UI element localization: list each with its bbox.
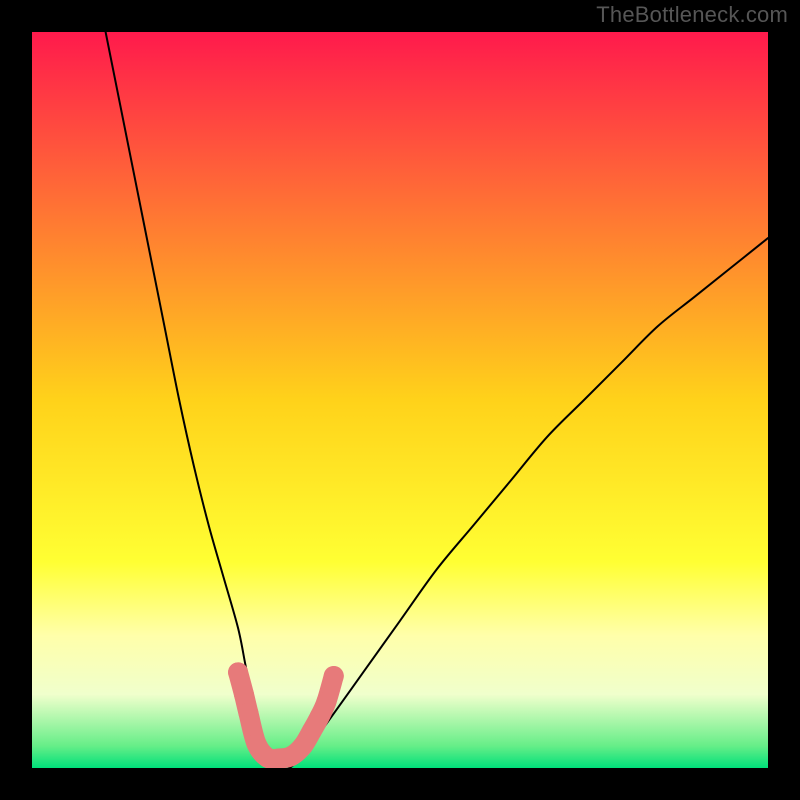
highlighted-point — [234, 684, 254, 704]
chart-frame: TheBottleneck.com — [0, 0, 800, 800]
highlighted-point — [316, 692, 336, 712]
gradient-background — [32, 32, 768, 768]
chart-svg — [32, 32, 768, 768]
highlighted-point — [228, 662, 248, 682]
highlighted-point — [238, 703, 258, 723]
watermark-text: TheBottleneck.com — [596, 2, 788, 28]
plot-area — [32, 32, 768, 768]
highlighted-point — [324, 666, 344, 686]
